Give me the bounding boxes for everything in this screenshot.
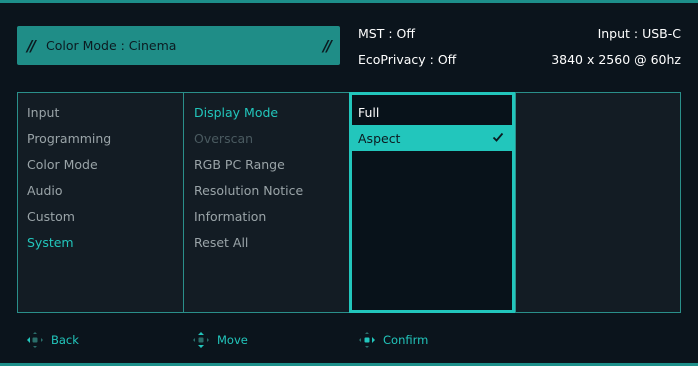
submenu-item-overscan: Overscan	[194, 131, 254, 146]
double-slash-icon: //	[323, 36, 332, 55]
top-frame-bar	[0, 0, 698, 3]
dpad-center-icon	[359, 332, 375, 348]
checkmark-icon	[492, 132, 504, 142]
option-aspect-label: Aspect	[358, 130, 401, 146]
nav-back[interactable]: Back	[25, 330, 79, 350]
submenu-item-display-mode[interactable]: Display Mode	[194, 105, 278, 120]
nav-move[interactable]: Move	[191, 330, 248, 350]
color-mode-label: Color Mode : Cinema	[45, 38, 177, 53]
input-status: Input : USB-C	[597, 26, 681, 41]
option-aspect[interactable]: Aspect	[352, 125, 512, 151]
dpad-left-icon	[27, 332, 43, 348]
nav-confirm-label: Confirm	[383, 333, 429, 347]
menu-item-audio[interactable]: Audio	[27, 183, 63, 198]
main-menu-column: Input Programming Color Mode Audio Custo…	[18, 93, 183, 312]
ecoprivacy-status: EcoPrivacy : Off	[358, 52, 457, 67]
submenu-item-resolution-notice[interactable]: Resolution Notice	[194, 183, 303, 198]
color-mode-banner: // Color Mode : Cinema //	[17, 26, 340, 65]
dpad-up-down-icon	[193, 332, 209, 348]
menu-item-programming[interactable]: Programming	[27, 131, 111, 146]
menu-item-color-mode[interactable]: Color Mode	[27, 157, 98, 172]
nav-back-label: Back	[51, 333, 79, 347]
nav-move-label: Move	[217, 333, 248, 347]
option-full[interactable]: Full	[352, 99, 512, 125]
menu-item-input[interactable]: Input	[27, 105, 59, 120]
osd-menu-panel: Input Programming Color Mode Audio Custo…	[17, 92, 681, 313]
submenu-item-reset-all[interactable]: Reset All	[194, 235, 248, 250]
empty-column	[515, 93, 680, 312]
nav-confirm[interactable]: Confirm	[357, 330, 428, 350]
menu-item-system[interactable]: System	[27, 235, 74, 250]
double-slash-icon: //	[27, 36, 36, 55]
option-full-label: Full	[358, 104, 380, 120]
submenu-item-rgb-pc-range[interactable]: RGB PC Range	[194, 157, 285, 172]
menu-item-custom[interactable]: Custom	[27, 209, 75, 224]
submenu-column: Display Mode Overscan RGB PC Range Resol…	[183, 93, 349, 312]
resolution-status: 3840 x 2560 @ 60hz	[551, 52, 681, 67]
mst-status: MST : Off	[358, 26, 415, 41]
submenu-item-information[interactable]: Information	[194, 209, 266, 224]
options-column: Full Aspect	[349, 92, 515, 313]
